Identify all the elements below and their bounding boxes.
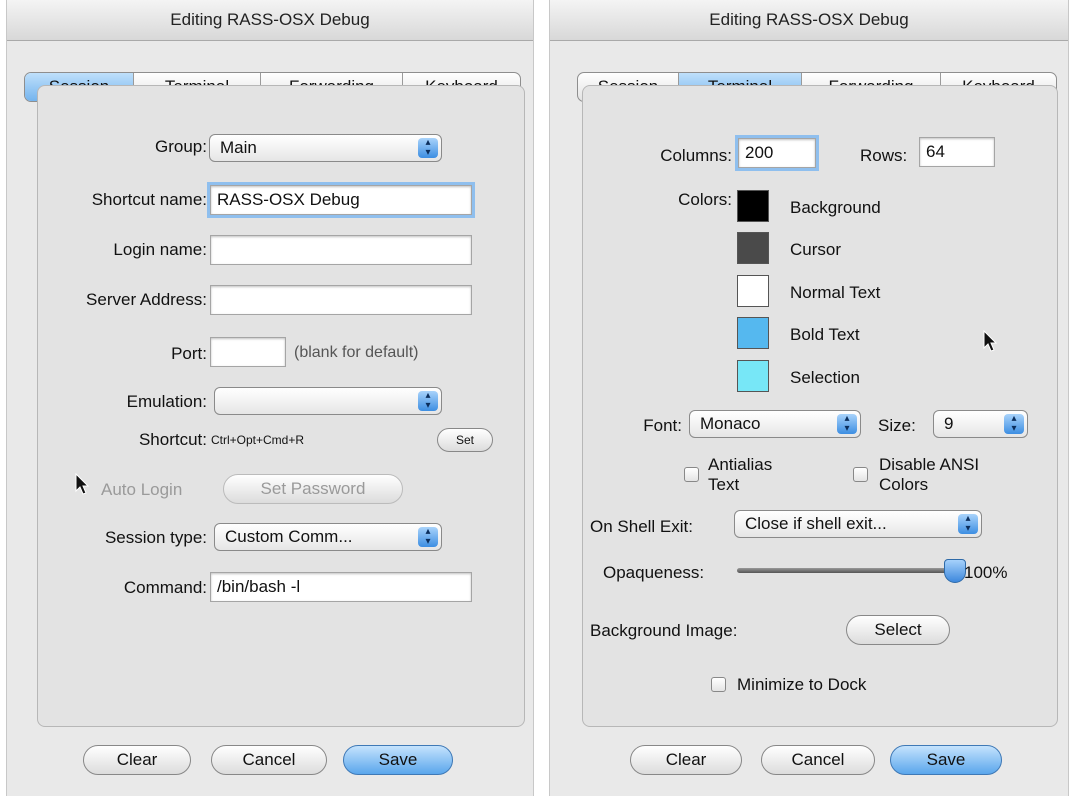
login-name-field[interactable] [210, 235, 472, 265]
disable-ansi-label-line2: Colors [879, 475, 929, 494]
mouse-cursor-icon [983, 330, 998, 352]
size-value: 9 [944, 414, 954, 433]
port-hint: (blank for default) [294, 344, 419, 361]
port-field[interactable] [210, 337, 286, 367]
font-label: Font: [643, 416, 682, 435]
background-color-swatch[interactable] [737, 190, 769, 222]
terminal-editor-window: Editing RASS-OSX Debug Session Terminal … [549, 0, 1069, 796]
session-type-value: Custom Comm... [225, 527, 353, 546]
popup-arrows-icon: ▴ ▾ [418, 138, 438, 158]
rows-label: Rows: [860, 146, 908, 165]
shortcut-name-field[interactable]: RASS-OSX Debug [207, 182, 475, 218]
antialias-label: Antialias Text [708, 455, 772, 495]
save-button[interactable]: Save [343, 745, 453, 775]
cancel-button[interactable]: Cancel [211, 745, 327, 775]
popup-arrows-icon: ▴ ▾ [837, 414, 857, 434]
clear-button[interactable]: Clear [630, 745, 742, 775]
emulation-label: Emulation: [126, 392, 207, 411]
command-label: Command: [123, 578, 207, 597]
save-button[interactable]: Save [890, 745, 1002, 775]
selection-color-label: Selection [790, 368, 860, 387]
emulation-popup[interactable]: ▴ ▾ [214, 387, 442, 415]
font-popup[interactable]: Monaco ▴ ▾ [689, 410, 861, 438]
background-image-label: Background Image: [590, 621, 738, 640]
minimize-to-dock-label: Minimize to Dock [737, 675, 867, 694]
bold-text-color-label: Bold Text [790, 325, 860, 344]
opaqueness-slider-track[interactable] [737, 568, 955, 573]
opaqueness-value: 100% [964, 563, 1008, 582]
size-label: Size: [878, 416, 916, 435]
on-shell-exit-label: On Shell Exit: [590, 517, 693, 536]
shortcut-value: Ctrl+Opt+Cmd+R [211, 433, 305, 447]
colors-label: Colors: [678, 190, 732, 209]
mouse-cursor-icon [75, 473, 90, 495]
disable-ansi-checkbox[interactable] [853, 467, 868, 482]
window-title: Editing RASS-OSX Debug [7, 0, 533, 41]
session-type-popup[interactable]: Custom Comm... ▴ ▾ [214, 523, 442, 551]
server-address-label: Server Address: [86, 290, 207, 309]
background-color-label: Background [790, 198, 881, 217]
command-field[interactable]: /bin/bash -l [210, 572, 472, 602]
columns-label: Columns: [660, 146, 732, 165]
shortcut-label: Shortcut: [138, 430, 207, 449]
popup-arrows-icon: ▴ ▾ [958, 514, 978, 534]
popup-arrows-icon: ▴ ▾ [1004, 414, 1024, 434]
columns-field[interactable]: 200 [735, 135, 819, 171]
cursor-color-label: Cursor [790, 240, 842, 259]
set-password-button[interactable]: Set Password [223, 474, 403, 504]
shortcut-name-label: Shortcut name: [91, 190, 207, 209]
cursor-color-swatch[interactable] [737, 232, 769, 264]
antialias-label-line2: Text [708, 475, 740, 494]
disable-ansi-label: Disable ANSI Colors [879, 455, 979, 495]
opaqueness-label: Opaqueness: [603, 563, 705, 582]
minimize-to-dock-checkbox[interactable] [711, 677, 726, 692]
antialias-checkbox[interactable] [684, 467, 699, 482]
select-background-image-button[interactable]: Select [846, 615, 950, 645]
bold-text-color-swatch[interactable] [737, 317, 769, 349]
opaqueness-slider-thumb[interactable] [944, 559, 966, 583]
login-name-label: Login name: [113, 240, 207, 259]
disable-ansi-label-line1: Disable ANSI [879, 455, 980, 474]
on-shell-exit-popup[interactable]: Close if shell exit... ▴ ▾ [734, 510, 982, 538]
normal-text-color-label: Normal Text [790, 283, 881, 302]
session-type-label: Session type: [104, 528, 207, 547]
size-popup[interactable]: 9 ▴ ▾ [933, 410, 1028, 438]
auto-login-label: Auto Login [101, 480, 183, 499]
port-label: Port: [171, 344, 207, 363]
clear-button[interactable]: Clear [83, 745, 191, 775]
antialias-label-line1: Antialias [708, 455, 773, 474]
window-title: Editing RASS-OSX Debug [550, 0, 1068, 41]
popup-arrows-icon: ▴ ▾ [418, 527, 438, 547]
session-editor-window: Editing RASS-OSX Debug Session Terminal … [6, 0, 534, 796]
on-shell-exit-value: Close if shell exit... [745, 514, 887, 533]
set-shortcut-button[interactable]: Set [437, 428, 493, 452]
rows-field[interactable]: 64 [919, 137, 995, 167]
normal-text-color-swatch[interactable] [737, 275, 769, 307]
server-address-field[interactable] [210, 285, 472, 315]
popup-arrows-icon: ▴ ▾ [418, 391, 438, 411]
group-value: Main [220, 138, 257, 157]
cancel-button[interactable]: Cancel [761, 745, 875, 775]
group-label: Group: [155, 137, 207, 156]
font-value: Monaco [700, 414, 761, 433]
selection-color-swatch[interactable] [737, 360, 769, 392]
group-popup[interactable]: Main ▴ ▾ [209, 134, 442, 162]
